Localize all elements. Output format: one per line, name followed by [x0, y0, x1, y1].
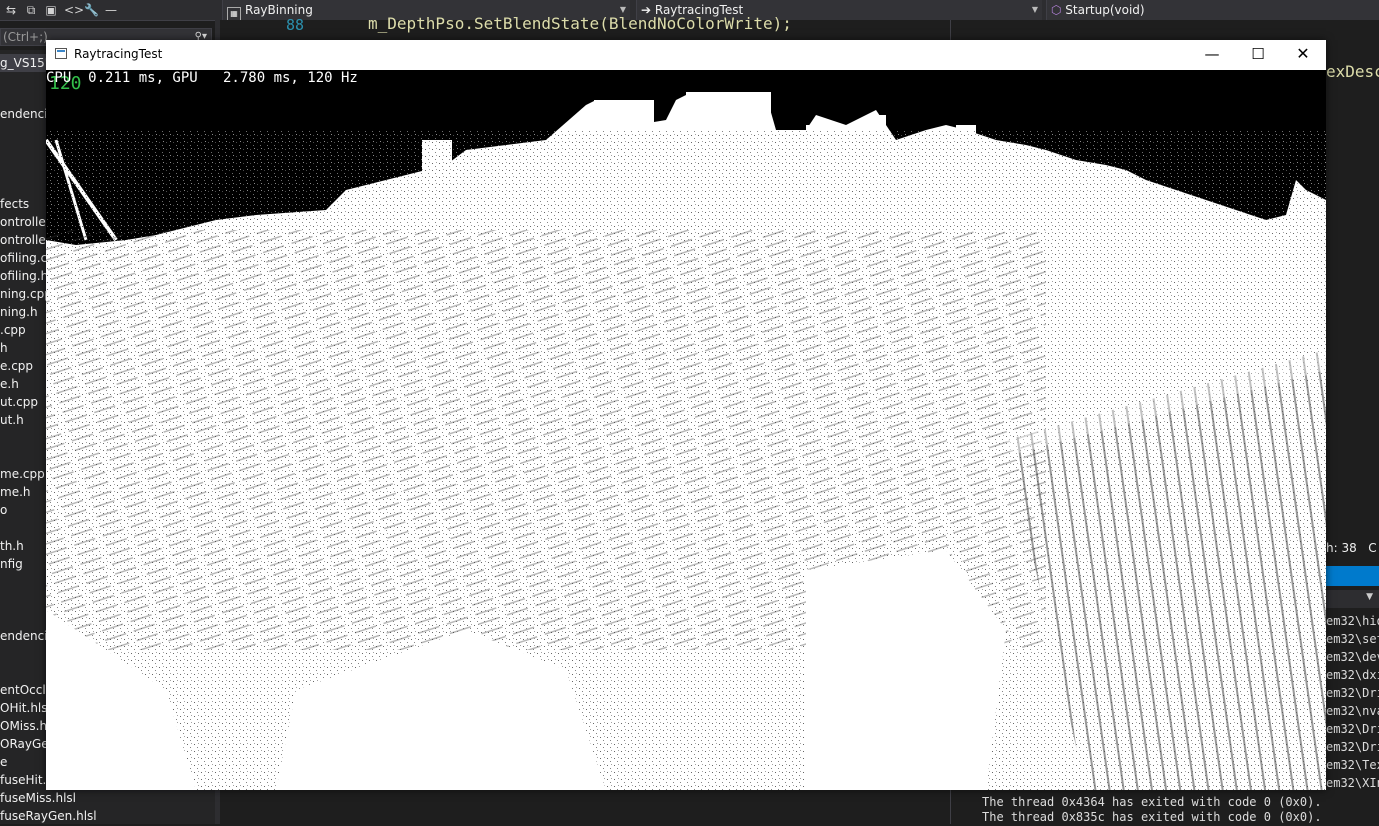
solution-item[interactable]: .cpp — [0, 321, 26, 339]
solution-item[interactable]: ut.h — [0, 411, 24, 429]
output-line: em32\dxi — [1326, 668, 1379, 682]
solution-item[interactable]: fuseMiss.hlsl — [0, 789, 76, 807]
output-line: em32\Tex — [1326, 758, 1379, 772]
chevron-down-icon: ▼ — [1366, 592, 1373, 602]
show-all-files-icon[interactable]: ▣ — [44, 3, 58, 17]
status-col: C — [1368, 541, 1377, 555]
function-dropdown-label: Startup(void) — [1065, 3, 1145, 17]
collapse-icon[interactable]: ⧉ — [24, 3, 38, 18]
raytraced-scene — [46, 70, 1326, 790]
perf-stats-overlay: CPU 0.211 ms, GPU 2.780 ms, 120 Hz — [46, 70, 358, 86]
output-line: em32\hid — [1326, 614, 1379, 628]
solution-item[interactable]: ning.h — [0, 303, 38, 321]
solution-item[interactable]: me.cpp — [0, 465, 45, 483]
solution-item[interactable]: th.h — [0, 537, 24, 555]
code-fragment-right: exDesc — [1326, 62, 1379, 81]
output-line: em32\Dri — [1326, 686, 1379, 700]
search-placeholder: (Ctrl+;) — [3, 30, 48, 44]
solution-item[interactable]: e.h — [0, 375, 19, 393]
output-line: em32\dev — [1326, 650, 1379, 664]
output-line: em32\Dri — [1326, 740, 1379, 754]
project-dropdown-label: RayBinning — [245, 3, 313, 17]
solution-item[interactable]: e — [0, 753, 7, 771]
window-title-bar[interactable]: RaytracingTest — ☐ ✕ — [46, 40, 1326, 70]
output-line: The thread 0x835c has exited with code 0… — [982, 810, 1322, 824]
solution-item[interactable]: nfig — [0, 555, 23, 573]
view-code-icon[interactable]: <> — [64, 3, 84, 17]
output-line: em32\set — [1326, 632, 1379, 646]
solution-item[interactable]: ontroller — [0, 231, 51, 249]
solution-item[interactable]: fects — [0, 195, 29, 213]
raytracing-window[interactable]: RaytracingTest — ☐ ✕ 120 CPU 0.211 ms, G… — [46, 40, 1326, 790]
output-line: em32\nva — [1326, 704, 1379, 718]
project-icon: ▦ — [227, 7, 241, 20]
function-dropdown[interactable]: ⬡ Startup(void) — [1046, 0, 1379, 20]
chevron-down-icon: ▼ — [1031, 5, 1038, 14]
solution-item[interactable]: OHit.hlsl — [0, 699, 51, 717]
sync-icon[interactable]: ⇆ — [4, 3, 18, 17]
vs-toolbar-icons: ⇆ ⧉ ▣ <> 🔧 — — [0, 0, 215, 20]
solution-item[interactable]: e.cpp — [0, 357, 33, 375]
solution-item[interactable]: h — [0, 339, 8, 357]
solution-item[interactable]: ning.cpp — [0, 285, 52, 303]
window-title: RaytracingTest — [74, 47, 163, 61]
solution-item[interactable]: me.h — [0, 483, 31, 501]
solution-item[interactable]: ut.cpp — [0, 393, 38, 411]
maximize-button[interactable]: ☐ — [1235, 40, 1281, 69]
output-source-dropdown[interactable]: ▼ — [1326, 590, 1379, 608]
caret-position-status: h: 38 C — [1326, 541, 1377, 555]
pin-icon[interactable]: — — [104, 3, 118, 17]
minimize-button[interactable]: — — [1189, 40, 1235, 69]
solution-item[interactable]: o — [0, 501, 7, 519]
status-line: h: 38 — [1326, 541, 1357, 555]
status-bar — [1326, 566, 1379, 586]
app-window-icon[interactable] — [55, 48, 67, 59]
close-button[interactable]: ✕ — [1280, 40, 1326, 69]
method-icon: ⬡ — [1051, 3, 1066, 17]
line-number: 88 — [286, 16, 305, 34]
solution-item[interactable]: ontroller — [0, 213, 51, 231]
solution-item[interactable]: fuseRayGen.hlsl — [0, 807, 97, 825]
solution-item[interactable]: ofiling.h — [0, 267, 48, 285]
code-line[interactable]: m_DepthPso.SetBlendState(BlendNoColorWri… — [368, 14, 792, 33]
render-viewport[interactable]: 120 CPU 0.211 ms, GPU 2.780 ms, 120 Hz — [46, 70, 1326, 790]
output-line: em32\Dri — [1326, 722, 1379, 736]
output-line: em32\XIn — [1326, 776, 1379, 790]
properties-wrench-icon[interactable]: 🔧 — [84, 3, 99, 17]
